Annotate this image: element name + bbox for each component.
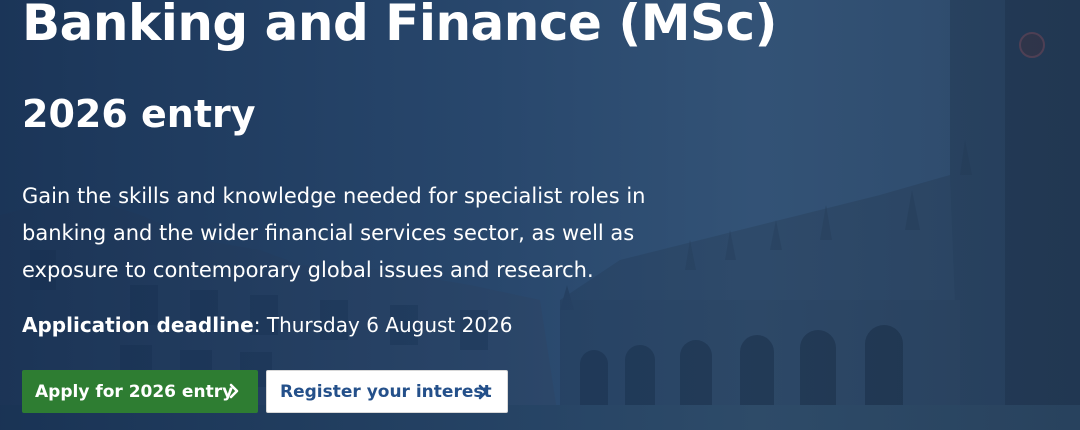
hero-banner: Banking and Finance (MSc) 2026 entry Gai…: [0, 0, 1080, 430]
deadline-label: Application deadline: [22, 313, 254, 337]
page-title: Banking and Finance (MSc): [22, 0, 777, 52]
apply-button[interactable]: Apply for 2026 entry: [22, 370, 258, 413]
deadline-value: : Thursday 6 August 2026: [253, 313, 513, 337]
application-deadline: Application deadline: Thursday 6 August …: [22, 313, 513, 337]
chevron-right-icon: [229, 383, 239, 399]
chevron-right-icon: [478, 384, 488, 400]
entry-year: 2026 entry: [22, 92, 256, 136]
register-interest-button[interactable]: Register your interest: [266, 370, 508, 413]
course-description: Gain the skills and knowledge needed for…: [22, 184, 646, 282]
apply-button-label: Apply for 2026 entry: [35, 381, 234, 402]
register-button-label: Register your interest: [280, 381, 492, 402]
